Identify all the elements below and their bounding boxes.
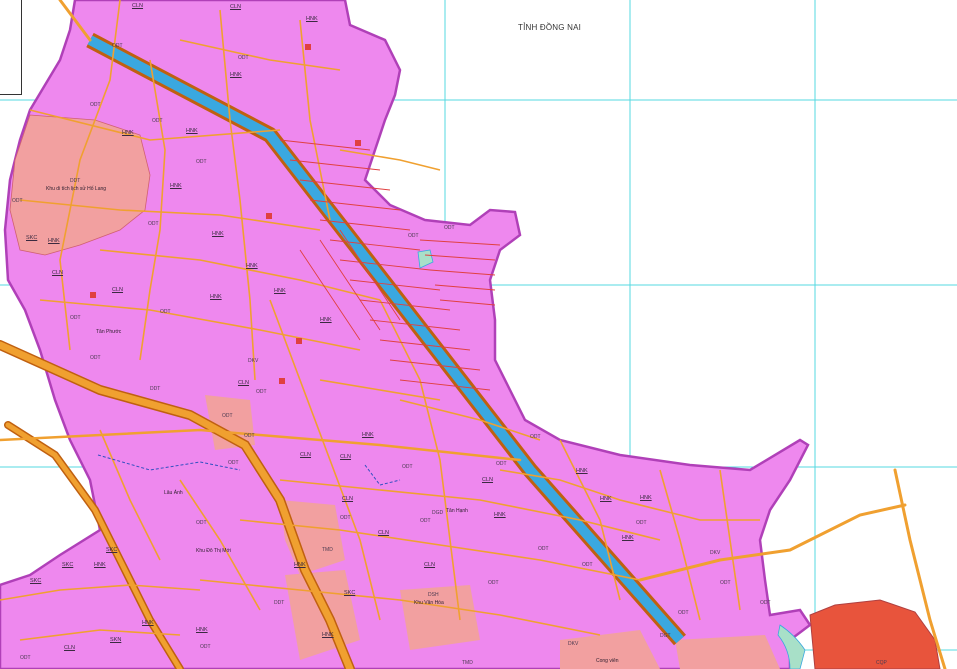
map-label[interactable]: SKC (106, 547, 117, 553)
map-label[interactable]: HNK (122, 130, 134, 136)
map-label[interactable]: HNK (576, 468, 588, 474)
map-label[interactable]: DKV (568, 641, 578, 647)
map-canvas[interactable]: TỈNH ĐỒNG NAI CLN ODT HNK ODT HNK ODT HN… (0, 0, 957, 669)
map-label[interactable]: HNK (494, 512, 506, 518)
map-label[interactable]: HNK (210, 294, 222, 300)
region-label: TỈNH ĐỒNG NAI (518, 23, 582, 32)
map-label[interactable]: CLN (64, 645, 75, 651)
map-label[interactable]: HNK (622, 535, 634, 541)
park-label[interactable]: Cong viên (596, 658, 619, 664)
place-label[interactable]: Khu Văn Hóa (414, 600, 444, 606)
map-label[interactable]: SKC (30, 578, 41, 584)
map-label[interactable]: ODT (222, 413, 233, 419)
map-label[interactable]: HNK (170, 183, 182, 189)
map-label[interactable]: ODT (408, 233, 419, 239)
map-label[interactable]: ODT (678, 610, 689, 616)
map-label[interactable]: ODT (70, 315, 81, 321)
map-label[interactable]: DSH (428, 592, 439, 598)
map-label[interactable]: HNK (294, 562, 306, 568)
map-label[interactable]: DDT (150, 386, 160, 392)
map-label[interactable]: ODT (90, 355, 101, 361)
map-label[interactable]: HNK (306, 16, 318, 22)
historic-site-label[interactable]: Khu di tích lịch sử Hố Lang (46, 186, 106, 192)
map-label[interactable]: SKN (110, 637, 121, 643)
map-label[interactable]: DKV (248, 358, 258, 364)
map-label[interactable]: ODT (582, 562, 593, 568)
map-label[interactable]: DGT (660, 633, 671, 639)
map-label[interactable]: CLN (238, 380, 249, 386)
map-label[interactable]: ODT (530, 434, 541, 440)
map-label[interactable]: ODT (196, 520, 207, 526)
map-label[interactable]: ODT (256, 389, 267, 395)
map-label[interactable]: HNK (186, 128, 198, 134)
map-label[interactable]: SKC (62, 562, 73, 568)
map-label[interactable]: CLN (300, 452, 311, 458)
map-label[interactable]: CLN (340, 454, 351, 460)
map-label[interactable]: HNK (320, 317, 332, 323)
map-label[interactable]: SKC (26, 235, 37, 241)
map-label[interactable]: HNK (196, 627, 208, 633)
map-label[interactable]: ODT (238, 55, 249, 61)
map-label[interactable]: DKV (710, 550, 720, 556)
map-label[interactable]: ODT (20, 655, 31, 661)
forest-area (809, 599, 941, 669)
map-label[interactable]: HNK (274, 288, 286, 294)
map-label[interactable]: ODT (488, 580, 499, 586)
map-label[interactable]: ODT (152, 118, 163, 124)
map-label[interactable]: CLN (342, 496, 353, 502)
place-label[interactable]: Khu Đô Thị Mới (196, 548, 231, 554)
map-label[interactable]: ODT (12, 198, 23, 204)
map-label[interactable]: ODT (402, 464, 413, 470)
map-label[interactable]: CLN (132, 3, 143, 9)
map-label[interactable]: CLN (378, 530, 389, 536)
map-label[interactable]: SKC (344, 590, 355, 596)
map-label[interactable]: TMD (462, 660, 473, 666)
salmon-block-4 (400, 585, 480, 650)
map-label[interactable]: HNK (48, 238, 60, 244)
map-label[interactable]: ODT (496, 461, 507, 467)
place-label[interactable]: Lâu Ánh (164, 490, 183, 496)
map-label[interactable]: ODT (228, 460, 239, 466)
map-label[interactable]: HNK (142, 620, 154, 626)
map-label[interactable]: DGD (432, 510, 443, 516)
map-label[interactable]: CQP (876, 660, 887, 666)
map-label[interactable]: DDT (70, 178, 80, 184)
map-label[interactable]: ODT (160, 309, 171, 315)
map-drawing (0, 0, 957, 669)
map-label[interactable]: HNK (640, 495, 652, 501)
map-label[interactable]: HNK (94, 562, 106, 568)
map-label[interactable]: ODT (196, 159, 207, 165)
map-label[interactable]: CLN (112, 287, 123, 293)
map-label[interactable]: HNK (246, 263, 258, 269)
map-label[interactable]: ODT (148, 221, 159, 227)
map-label[interactable]: DDT (274, 600, 284, 606)
map-label[interactable]: HNK (230, 72, 242, 78)
map-label[interactable]: HNK (212, 231, 224, 237)
map-label[interactable]: ODT (200, 644, 211, 650)
salmon-block-6 (675, 635, 780, 669)
map-label[interactable]: CLN (52, 270, 63, 276)
map-label[interactable]: HNK (362, 432, 374, 438)
map-label[interactable]: ODT (636, 520, 647, 526)
map-label[interactable]: CLN (424, 562, 435, 568)
legend-frame (0, 0, 22, 95)
map-label[interactable]: ODT (720, 580, 731, 586)
map-label[interactable]: ODT (444, 225, 455, 231)
place-label[interactable]: Tân Phước (96, 329, 121, 335)
map-label[interactable]: HNK (600, 496, 612, 502)
map-label[interactable]: CLN (230, 4, 241, 10)
map-label[interactable]: TMD (322, 547, 333, 553)
map-label[interactable]: ODT (90, 102, 101, 108)
map-label[interactable]: ODT (760, 600, 771, 606)
map-label[interactable]: HNK (322, 632, 334, 638)
map-label[interactable]: ODT (538, 546, 549, 552)
map-label[interactable]: ODT (112, 43, 123, 49)
map-label[interactable]: ODT (244, 433, 255, 439)
map-label[interactable]: ODT (420, 518, 431, 524)
map-label[interactable]: ODT (340, 515, 351, 521)
map-label[interactable]: CLN (482, 477, 493, 483)
place-label[interactable]: Tân Hạnh (446, 508, 468, 514)
